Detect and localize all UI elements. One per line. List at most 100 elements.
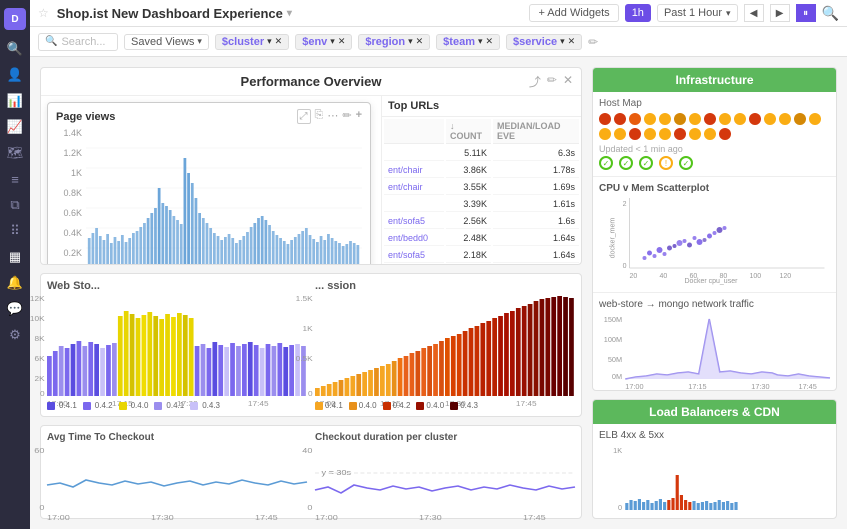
share-icon[interactable]: ⤴ (529, 73, 541, 90)
time-range-label: Past 1 Hour (664, 7, 722, 19)
svg-text:2K: 2K (35, 375, 46, 383)
svg-text:17:45: 17:45 (248, 400, 269, 408)
table-row: 3.39K 1.61s (384, 197, 579, 212)
svg-text:17:45: 17:45 (516, 400, 537, 408)
right-panel: Infrastructure Host Map (592, 57, 847, 529)
session-chart: 1.5K 1K 0.5K 0 17:00 17:15 17:30 17:45 (315, 296, 575, 396)
perf-card-title: Performance Overview (241, 74, 382, 89)
svg-text:17:15: 17:15 (688, 383, 706, 391)
sidebar-icon-search[interactable]: 🔍 (4, 38, 26, 60)
cpu-mem-title: CPU v Mem Scatterplot (599, 183, 830, 194)
web-store-chart: 12K 10K 8K 6K 2K 0 17:00 17:15 17:30 17:… (47, 296, 307, 396)
perf-card-actions: ⤴ ✏ ✕ (529, 73, 573, 90)
svg-text:150M: 150M (604, 316, 622, 324)
svg-text:17:00: 17:00 (625, 383, 643, 391)
svg-text:2: 2 (623, 201, 627, 208)
delete-icon[interactable]: ✕ (563, 73, 573, 90)
host-map-area: Host Map (593, 92, 836, 176)
pause-button[interactable]: ⏸ (796, 4, 816, 22)
options-icon[interactable]: ⋯ (327, 109, 338, 124)
star-icon[interactable]: ☆ (38, 6, 49, 20)
filter-team[interactable]: $team ▾ ✕ (436, 34, 500, 50)
chart-y-labels: 1.4K 1.2K 1K 0.8K 0.6K 0.4K 0.2K 0K (56, 128, 84, 265)
saved-views-dropdown[interactable]: Saved Views ▾ (124, 34, 209, 50)
infrastructure-header: Infrastructure (593, 68, 836, 92)
updated-text: Updated < 1 min ago (599, 144, 830, 154)
copy-icon[interactable]: ⎘ (315, 109, 324, 124)
dashboard: Performance Overview ⤴ ✏ ✕ Page views (30, 57, 847, 529)
svg-text:17:00: 17:00 (315, 514, 338, 522)
filter-cluster[interactable]: $cluster ▾ ✕ (215, 34, 289, 50)
sidebar-icon-map[interactable]: 🗺 (4, 142, 26, 164)
time-range-select[interactable]: Past 1 Hour ▾ (657, 4, 738, 22)
sidebar-icon-chart[interactable]: 📊 (4, 90, 26, 112)
load-balancers-card: Load Balancers & CDN ELB 4xx & 5xx 1K 0 (592, 399, 837, 519)
table-row: ent/chair 3.55K 1.69s (384, 180, 579, 195)
svg-text:0: 0 (39, 504, 45, 512)
pencil-icon[interactable]: ✏ (342, 109, 351, 124)
1h-button[interactable]: 1h (625, 4, 651, 22)
svg-text:0: 0 (308, 390, 313, 398)
table-row: 5.11K 6.3s (384, 146, 579, 161)
add-widgets-button[interactable]: + Add Widgets (529, 4, 618, 22)
sidebar-icon-grid[interactable]: ▦ (4, 246, 26, 268)
network-chart: 150M 100M 50M 0M 17:00 17:15 17:30 17:45 (599, 314, 830, 384)
session-title: ... ssion (315, 280, 575, 292)
edit-icon[interactable]: ✏ (547, 73, 557, 90)
web-store-title: Web Sto... (47, 280, 307, 292)
svg-text:6K: 6K (35, 355, 46, 363)
table-row: ent/bedd0 2.48K 1.64s (384, 231, 579, 246)
sidebar-icon-dots[interactable]: ⠿ (4, 220, 26, 242)
svg-text:0: 0 (40, 390, 45, 398)
edit-filter-icon[interactable]: ✏ (588, 35, 598, 49)
svg-text:10K: 10K (30, 315, 46, 323)
topbar: ☆ Shop.ist New Dashboard Experience ▾ + … (30, 0, 847, 27)
nav-prev-button[interactable]: ◀ (744, 4, 764, 22)
sidebar-icon-bell[interactable]: 🔔 (4, 272, 26, 294)
sidebar-icon-settings[interactable]: ⚙ (4, 324, 26, 346)
status-ok2: ✓ (619, 156, 633, 170)
status-ok4: ✓ (679, 156, 693, 170)
svg-text:17:30: 17:30 (151, 514, 174, 522)
dropdown-chevron: ▾ (726, 8, 731, 19)
search-box[interactable]: 🔍 Search... (38, 33, 118, 51)
close-popup-icon[interactable]: + (356, 109, 362, 124)
load-balancers-header: Load Balancers & CDN (593, 400, 836, 424)
svg-text:0: 0 (307, 504, 313, 512)
page-views-chart (86, 128, 362, 265)
sidebar-icon-graph[interactable]: 📈 (4, 116, 26, 138)
sidebar-icon-user[interactable]: 👤 (4, 64, 26, 86)
page-views-popup: Page views ⤢ ⎘ ⋯ ✏ + (47, 102, 371, 265)
checkout-duration-chart: Checkout duration per cluster 40 0 y = 3… (315, 432, 575, 512)
infrastructure-card: Infrastructure Host Map (592, 67, 837, 391)
filter-region[interactable]: $region ▾ ✕ (358, 34, 430, 50)
table-row: ent/sofa5 2.18K 1.64s (384, 248, 579, 263)
dropdown-icon[interactable]: ▾ (287, 8, 292, 19)
svg-text:1K: 1K (303, 325, 314, 333)
left-panel: Performance Overview ⤴ ✏ ✕ Page views (30, 57, 592, 529)
search-placeholder: Search... (61, 36, 105, 48)
svg-text:100M: 100M (604, 336, 622, 344)
filter-service[interactable]: $service ▾ ✕ (506, 34, 582, 50)
filter-env[interactable]: $env ▾ ✕ (295, 34, 352, 50)
svg-text:0: 0 (623, 263, 627, 270)
svg-text:50M: 50M (608, 356, 622, 364)
svg-text:8K: 8K (35, 335, 46, 343)
bottom-charts-row: Avg Time To Checkout 60 0 17:00 17:30 17… (40, 425, 582, 519)
svg-text:Docker cpu_user: Docker cpu_user (685, 278, 739, 285)
sidebar-icon-list[interactable]: ≡ (4, 168, 26, 190)
urls-table: ↓ COUNT MEDIAN/LOAD EVE 5.11K 6.3s ent/c… (382, 117, 581, 265)
cpu-mem-scatterplot: 2 0 docker_mem 20 40 60 80 100 120 Docke… (599, 198, 830, 283)
svg-text:1.5K: 1.5K (296, 295, 314, 303)
table-row: ent/chair 3.86K 1.78s (384, 163, 579, 178)
nav-next-button[interactable]: ▶ (770, 4, 790, 22)
search-icon-top[interactable]: 🔍 (822, 5, 839, 22)
top-urls-title: Top URLs (382, 96, 581, 117)
expand-icon[interactable]: ⤢ (297, 109, 311, 124)
elb-chart: 1K 0 (599, 445, 830, 510)
sidebar-icon-chat[interactable]: 💬 (4, 298, 26, 320)
svg-text:17:45: 17:45 (255, 514, 278, 522)
svg-text:0M: 0M (612, 373, 622, 381)
sidebar-icon-layers[interactable]: ⧉ (4, 194, 26, 216)
chart-section: Page views ⤢ ⎘ ⋯ ✏ + (41, 96, 381, 265)
